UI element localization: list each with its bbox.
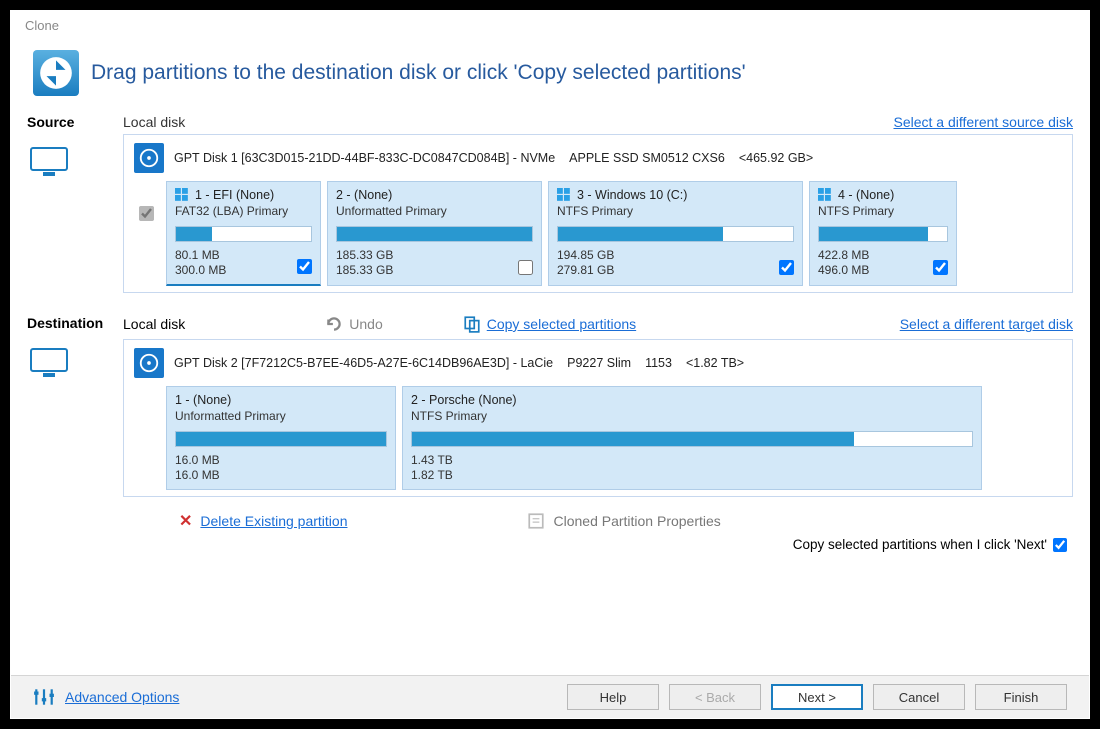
sliders-icon [33,687,55,707]
select-source-link[interactable]: Select a different source disk [893,114,1073,130]
dest-disk-box: GPT Disk 2 [7F7212C5-B7EE-46D5-A27E-6C14… [123,339,1073,497]
copy-on-next-option[interactable]: Copy selected partitions when I click 'N… [11,531,1089,558]
dest-local-disk: Local disk [123,316,185,332]
source-disk-box: GPT Disk 1 [63C3D015-21DD-44BF-833C-DC08… [123,134,1073,293]
dest-disk-size: <1.82 TB> [686,356,744,370]
delete-partition-link[interactable]: ✕ Delete Existing partition [179,511,347,531]
copy-on-next-checkbox[interactable] [1053,538,1067,552]
window-title: Clone [11,11,1089,40]
dest-disk-name: GPT Disk 2 [7F7212C5-B7EE-46D5-A27E-6C14… [174,356,553,370]
back-button[interactable]: < Back [669,684,761,710]
windows-icon [557,188,571,202]
button-bar: Advanced Options Help < Back Next > Canc… [11,675,1089,718]
properties-icon [527,512,545,530]
partition-checkbox[interactable] [518,260,533,278]
source-disk-size: <465.92 GB> [739,151,813,165]
partition-checkbox[interactable] [779,260,794,278]
partition-checkbox[interactable] [933,260,948,278]
dest-partition-2[interactable]: 2 - Porsche (None) NTFS Primary 1.43 TB1… [402,386,982,490]
cloned-properties: Cloned Partition Properties [527,512,720,530]
next-button[interactable]: Next > [771,684,863,710]
hdd-icon [134,348,164,378]
source-disk-header: GPT Disk 1 [63C3D015-21DD-44BF-833C-DC08… [130,141,1066,181]
source-partition-3[interactable]: 3 - Windows 10 (C:) NTFS Primary 194.85 … [548,181,803,286]
master-checkbox[interactable] [131,206,161,226]
undo-icon [325,315,343,333]
partition-checkbox[interactable] [297,259,312,277]
source-partition-4[interactable]: 4 - (None) NTFS Primary 422.8 MB496.0 MB [809,181,957,286]
clone-window: Clone Drag partitions to the destination… [10,10,1090,719]
destination-section: Destination Local disk Undo Copy selecte… [11,315,1089,531]
finish-button[interactable]: Finish [975,684,1067,710]
windows-icon [818,188,832,202]
select-target-link[interactable]: Select a different target disk [900,316,1073,332]
dest-disk-extra: 1153 [645,356,672,370]
dest-disk-model: P9227 Slim [567,356,631,370]
source-section: Source Local disk Select a different sou… [11,114,1089,293]
copy-icon [463,315,481,333]
windows-icon [175,188,189,202]
source-disk-model: APPLE SSD SM0512 CXS6 [569,151,725,165]
source-label: Source [27,114,123,136]
header-row: Drag partitions to the destination disk … [11,40,1089,114]
app-icon [33,50,79,96]
monitor-icon [29,146,69,178]
dest-partition-1[interactable]: 1 - (None) Unformatted Primary 16.0 MB16… [166,386,396,490]
destination-label: Destination [27,315,123,337]
cancel-button[interactable]: Cancel [873,684,965,710]
monitor-icon [29,347,69,379]
copy-partitions-link[interactable]: Copy selected partitions [463,315,636,333]
advanced-options-link[interactable]: Advanced Options [65,689,179,705]
dest-disk-header: GPT Disk 2 [7F7212C5-B7EE-46D5-A27E-6C14… [130,346,1066,386]
source-local-disk: Local disk [123,114,185,130]
source-disk-name: GPT Disk 1 [63C3D015-21DD-44BF-833C-DC08… [174,151,555,165]
help-button[interactable]: Help [567,684,659,710]
hdd-icon [134,143,164,173]
delete-x-icon: ✕ [179,511,192,531]
headline: Drag partitions to the destination disk … [91,61,746,85]
undo-button[interactable]: Undo [325,315,382,333]
source-partition-1[interactable]: 1 - EFI (None) FAT32 (LBA) Primary 80.1 … [166,181,321,286]
source-partition-2[interactable]: 2 - (None) Unformatted Primary 185.33 GB… [327,181,542,286]
